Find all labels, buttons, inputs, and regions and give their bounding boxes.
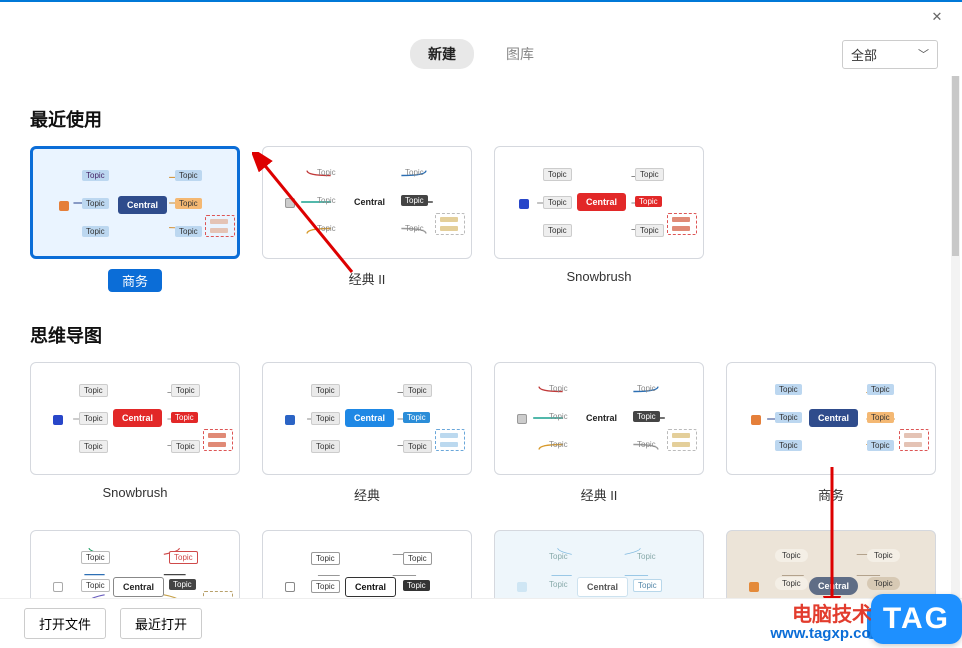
recent-open-button[interactable]: 最近打开 bbox=[120, 608, 202, 639]
template-card-snowbrush: Central Topic Topic Topic Topic Topic To… bbox=[494, 146, 704, 292]
template-label: 经典 II bbox=[581, 485, 618, 504]
template-thumb[interactable]: Central Topic Topic Topic Topic Topic To… bbox=[494, 362, 704, 475]
template-thumb[interactable]: Central Topic Topic Topic Topic Topic To… bbox=[494, 146, 704, 259]
template-thumb[interactable]: Central Topic Topic Topic Topic Topic To… bbox=[30, 146, 240, 259]
recent-grid: Central Topic Topic Topic Topic Topic To… bbox=[30, 146, 920, 292]
content-pane: 最近使用 Central Topic Topic bbox=[0, 76, 950, 598]
template-label: 商务 bbox=[108, 269, 162, 292]
close-icon: ✕ bbox=[932, 9, 943, 25]
template-thumb[interactable]: Central Topic Topic Topic Topic bbox=[494, 530, 704, 598]
template-card: Central Topic Topic Topic Topic bbox=[30, 530, 240, 598]
template-card: Central Topic Topic Topic Topic bbox=[262, 530, 472, 598]
scrollbar[interactable] bbox=[951, 76, 960, 598]
scrollbar-thumb[interactable] bbox=[952, 76, 959, 256]
top-row: 新建 图库 全部 ﹀ bbox=[0, 32, 962, 76]
footer: 打开文件 最近打开 创建 bbox=[0, 598, 962, 648]
tab-bar: 新建 图库 bbox=[410, 39, 552, 69]
template-thumb[interactable]: Central Topic Topic Topic Topic bbox=[726, 530, 936, 598]
template-card-classic2: Central Topic Topic Topic Topic Topic To… bbox=[262, 146, 472, 292]
watermark-badge: TAG bbox=[871, 594, 962, 644]
section-recent-title: 最近使用 bbox=[30, 106, 920, 132]
template-card-business: Central Topic Topic Topic Topic Topic To… bbox=[726, 362, 936, 504]
template-thumb[interactable]: Central Topic Topic Topic Topic Topic To… bbox=[262, 362, 472, 475]
template-card: Central Topic Topic Topic Topic bbox=[494, 530, 704, 598]
close-button[interactable]: ✕ bbox=[920, 5, 954, 29]
template-card-business: Central Topic Topic Topic Topic Topic To… bbox=[30, 146, 240, 292]
tab-gallery[interactable]: 图库 bbox=[488, 39, 552, 69]
template-label: 经典 bbox=[354, 485, 380, 504]
titlebar: ✕ bbox=[0, 2, 962, 32]
template-label: 商务 bbox=[818, 485, 844, 504]
template-label: Snowbrush bbox=[566, 269, 631, 284]
section-mindmap-title: 思维导图 bbox=[30, 322, 920, 348]
template-thumb[interactable]: Central Topic Topic Topic Topic Topic To… bbox=[30, 362, 240, 475]
template-thumb[interactable]: Central Topic Topic Topic Topic bbox=[30, 530, 240, 598]
template-thumb[interactable]: Central Topic Topic Topic Topic Topic To… bbox=[726, 362, 936, 475]
filter-selected-label: 全部 bbox=[851, 45, 877, 64]
template-label: Snowbrush bbox=[102, 485, 167, 500]
template-card-snowbrush: Central Topic Topic Topic Topic Topic To… bbox=[30, 362, 240, 504]
template-card-classic: Central Topic Topic Topic Topic Topic To… bbox=[262, 362, 472, 504]
template-card-classic2: Central Topic Topic Topic Topic Topic To… bbox=[494, 362, 704, 504]
template-label: 经典 II bbox=[349, 269, 386, 288]
mindmap-grid: Central Topic Topic Topic Topic Topic To… bbox=[30, 362, 920, 598]
template-thumb[interactable]: Central Topic Topic Topic Topic bbox=[262, 530, 472, 598]
chevron-down-icon: ﹀ bbox=[918, 46, 929, 62]
tab-new[interactable]: 新建 bbox=[410, 39, 474, 69]
filter-dropdown[interactable]: 全部 ﹀ bbox=[842, 40, 938, 69]
template-card: Central Topic Topic Topic Topic bbox=[726, 530, 936, 598]
template-thumb[interactable]: Central Topic Topic Topic Topic Topic To… bbox=[262, 146, 472, 259]
open-file-button[interactable]: 打开文件 bbox=[24, 608, 106, 639]
